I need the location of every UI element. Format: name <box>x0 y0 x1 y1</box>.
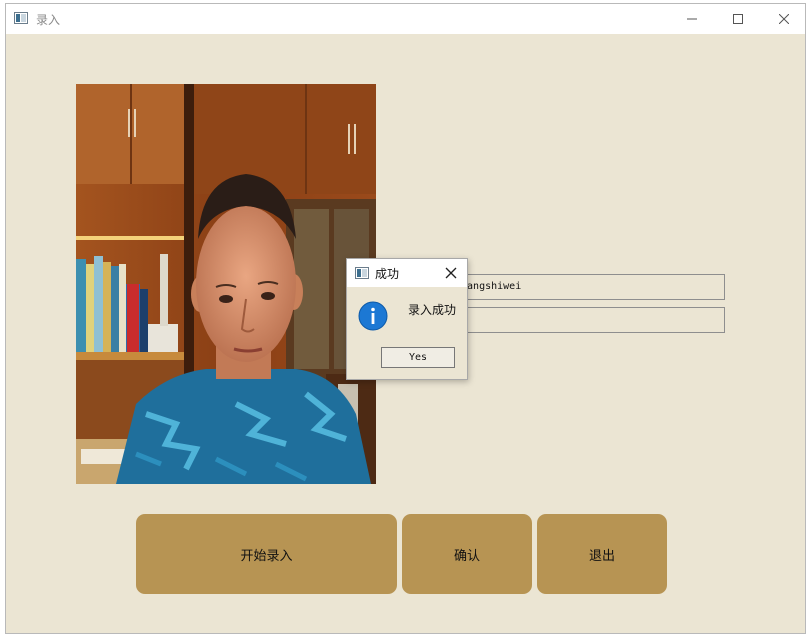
start-entry-label: 开始录入 <box>240 548 293 564</box>
confirm-button[interactable]: 确认 <box>402 514 532 594</box>
maximize-button[interactable] <box>715 4 761 34</box>
info-icon <box>358 301 388 331</box>
yes-label: Yes <box>408 352 428 363</box>
window-title: 录入 <box>36 13 61 27</box>
title-bar[interactable]: 录入 <box>6 4 805 34</box>
success-dialog: 成功 录入成功 Yes <box>346 258 468 380</box>
yes-button[interactable]: Yes <box>381 347 455 368</box>
start-entry-button[interactable]: 开始录入 <box>136 514 397 594</box>
close-button[interactable] <box>761 4 807 34</box>
window-app-icon <box>14 12 28 24</box>
minimize-button[interactable] <box>669 4 715 34</box>
name-input[interactable]: zhangshiwei <box>451 274 725 300</box>
dialog-close-icon[interactable] <box>443 265 459 281</box>
camera-preview <box>76 84 376 484</box>
maximize-icon <box>733 14 743 24</box>
minimize-icon <box>687 18 697 20</box>
dialog-message: 录入成功 <box>408 303 457 317</box>
dialog-title: 成功 <box>375 267 400 281</box>
confirm-label: 确认 <box>453 548 480 564</box>
dialog-app-icon <box>355 267 369 279</box>
exit-button[interactable]: 退出 <box>537 514 667 594</box>
dialog-title-bar[interactable]: 成功 <box>347 259 467 287</box>
exit-label: 退出 <box>588 548 615 564</box>
id-input[interactable] <box>451 307 725 333</box>
close-icon <box>779 14 789 24</box>
